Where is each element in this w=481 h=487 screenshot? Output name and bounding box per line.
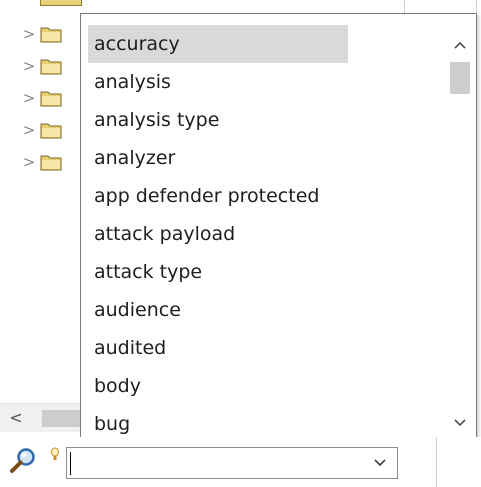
folder-icon: [40, 91, 62, 107]
list-item[interactable]: analyzer: [88, 139, 443, 177]
chevron-right-icon[interactable]: >: [22, 122, 36, 138]
search-combobox[interactable]: [66, 447, 398, 479]
divider: [436, 437, 437, 487]
chevron-right-icon[interactable]: >: [22, 58, 36, 74]
search-bar: [0, 437, 481, 487]
list-item[interactable]: attack payload: [88, 215, 443, 253]
combo-dropdown-button[interactable]: [369, 452, 391, 474]
scroll-up-icon[interactable]: [449, 36, 471, 56]
tree-item[interactable]: >: [22, 118, 62, 142]
divider: [476, 0, 477, 14]
chevron-down-icon: [374, 459, 386, 467]
magnifier-icon[interactable]: [8, 446, 38, 476]
scroll-left-icon[interactable]: <: [6, 407, 26, 429]
folder-icon: [40, 27, 62, 43]
vertical-scrollbar[interactable]: [442, 14, 476, 437]
tree-item[interactable]: >: [22, 54, 62, 78]
list-item[interactable]: body: [88, 367, 443, 405]
list-item[interactable]: accuracy: [88, 25, 348, 63]
lightbulb-icon: [51, 447, 59, 460]
list-item[interactable]: bug: [88, 405, 443, 437]
chevron-up-icon: [454, 41, 466, 49]
scrollbar-thumb[interactable]: [450, 62, 470, 94]
chevron-right-icon[interactable]: >: [22, 26, 36, 42]
divider: [404, 0, 405, 14]
list-item[interactable]: attack type: [88, 253, 443, 291]
folder-icon: [40, 59, 62, 75]
folder-icon: [40, 0, 82, 6]
list-item[interactable]: app defender protected: [88, 177, 443, 215]
tree-item[interactable]: >: [22, 86, 62, 110]
chevron-right-icon[interactable]: >: [22, 154, 36, 170]
suggestion-dropdown[interactable]: accuracy analysis analysis type analyzer…: [80, 13, 477, 438]
horizontal-scrollbar[interactable]: <: [0, 403, 82, 432]
screen: > > > > > < accuracy analysis analysis t…: [0, 0, 481, 487]
scroll-down-icon[interactable]: [449, 413, 471, 433]
list-item[interactable]: analysis: [88, 63, 443, 101]
chevron-right-icon[interactable]: >: [22, 90, 36, 106]
scrollbar-thumb[interactable]: [42, 410, 82, 427]
folder-icon: [40, 123, 62, 139]
tree-top-strip: [0, 0, 408, 14]
tree-item[interactable]: >: [22, 150, 62, 174]
folder-icon: [40, 155, 62, 171]
chevron-down-icon: [454, 419, 466, 427]
suggestion-list: accuracy analysis analysis type analyzer…: [88, 25, 443, 437]
text-caret: [70, 452, 71, 475]
list-item[interactable]: audited: [88, 329, 443, 367]
list-item[interactable]: analysis type: [88, 101, 443, 139]
search-input[interactable]: [71, 450, 361, 476]
tree-item[interactable]: >: [22, 22, 62, 46]
list-item[interactable]: audience: [88, 291, 443, 329]
